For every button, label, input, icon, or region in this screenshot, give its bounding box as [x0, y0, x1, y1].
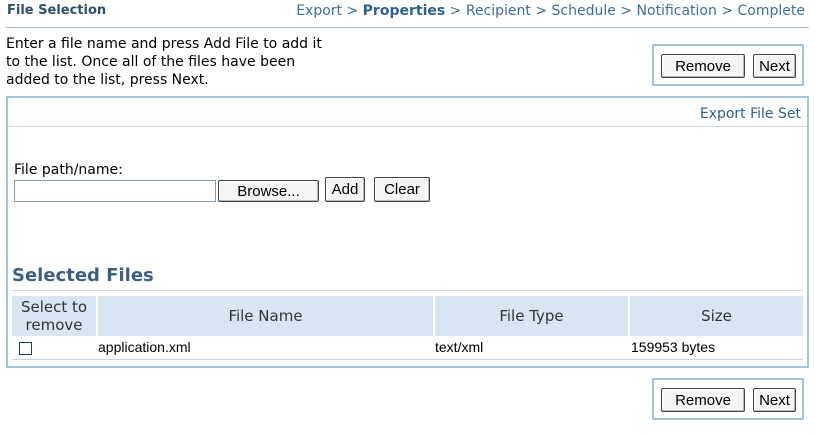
selected-files-divider	[12, 290, 803, 291]
column-header-file-type: File Type	[435, 296, 628, 336]
column-header-size: Size	[630, 296, 803, 336]
breadcrumb-separator: >	[535, 3, 548, 19]
next-button-bottom[interactable]: Next	[753, 388, 796, 412]
file-name-cell: application.xml	[98, 339, 191, 355]
clear-button[interactable]: Clear	[374, 177, 430, 202]
remove-button-top[interactable]: Remove	[661, 54, 745, 78]
column-header-file-name: File Name	[98, 296, 433, 336]
remove-button-bottom[interactable]: Remove	[661, 388, 745, 412]
breadcrumb-separator: >	[449, 3, 462, 19]
breadcrumb-export[interactable]: Export	[296, 3, 342, 19]
table-row: application.xml text/xml 159953 bytes	[12, 336, 803, 360]
breadcrumb-recipient[interactable]: Recipient	[466, 3, 531, 19]
breadcrumb-separator: >	[721, 3, 734, 19]
export-file-set-link[interactable]: Export File Set	[700, 106, 801, 122]
selected-files-table: Select to remove File Name File Type Siz…	[12, 296, 803, 360]
breadcrumb-properties: Properties	[362, 3, 446, 19]
page-title: File Selection	[7, 3, 107, 18]
instructions-text: Enter a file name and press Add File to …	[6, 36, 322, 88]
column-header-select: Select to remove	[12, 296, 96, 336]
breadcrumb-notification[interactable]: Notification	[637, 3, 717, 19]
bottom-action-group: Remove Next	[652, 378, 804, 420]
remove-checkbox[interactable]	[19, 342, 32, 355]
breadcrumb: Export > Properties > Recipient > Schedu…	[296, 3, 805, 19]
file-selection-panel: Export File Set File path/name: Browse..…	[6, 96, 809, 368]
panel-header-divider	[8, 126, 807, 127]
breadcrumb-schedule[interactable]: Schedule	[552, 3, 616, 19]
browse-button[interactable]: Browse...	[218, 180, 319, 202]
file-path-label: File path/name:	[14, 162, 123, 178]
breadcrumb-separator: >	[620, 3, 633, 19]
breadcrumb-complete[interactable]: Complete	[738, 3, 805, 19]
file-size-cell: 159953 bytes	[631, 339, 716, 355]
file-path-input[interactable]	[14, 180, 216, 202]
table-header: Select to remove File Name File Type Siz…	[12, 296, 803, 336]
add-file-button[interactable]: Add	[325, 177, 365, 202]
header-divider	[6, 27, 809, 28]
selected-files-title: Selected Files	[12, 265, 154, 286]
top-action-group: Remove Next	[652, 44, 804, 86]
next-button-top[interactable]: Next	[753, 54, 796, 78]
breadcrumb-separator: >	[346, 3, 359, 19]
file-type-cell: text/xml	[435, 339, 484, 355]
